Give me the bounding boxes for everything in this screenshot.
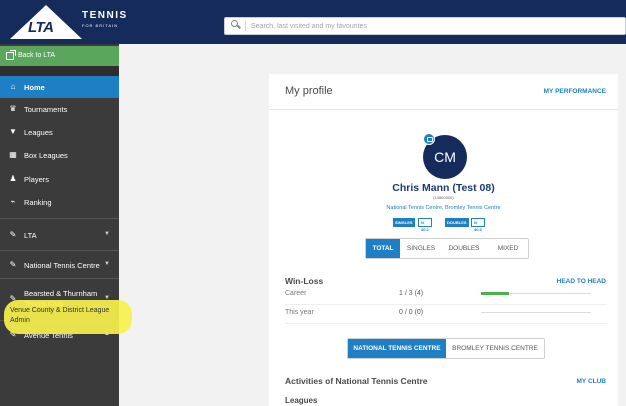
- tab-total[interactable]: TOTAL: [366, 239, 400, 258]
- leagues-section-title: Leagues: [285, 396, 318, 405]
- doubles-rating-value: N 40.5: [471, 218, 485, 232]
- club-tabs: NATIONAL TENNIS CENTRE BROMLEY TENNIS CE…: [347, 338, 545, 359]
- sidebar-item-players[interactable]: ♟ Players: [0, 168, 119, 190]
- page-title: My profile: [285, 85, 333, 97]
- head-to-head-link[interactable]: HEAD TO HEAD: [557, 278, 606, 285]
- search-divider: [245, 21, 246, 31]
- users-icon: ♟: [9, 174, 17, 183]
- row-divider: [285, 304, 607, 305]
- tab-bromley-tennis-centre[interactable]: BROMLEY TENNIS CENTRE: [446, 339, 544, 358]
- sidebar-item-box-leagues[interactable]: ▦ Box Leagues: [0, 144, 119, 166]
- career-value: 1 / 3 (4): [399, 290, 424, 297]
- camera-icon[interactable]: [423, 133, 435, 145]
- sidebar-item-label: Leagues: [24, 128, 53, 137]
- sidebar-group-label: National Tennis Centre: [24, 261, 100, 270]
- sidebar-item-label: Ranking: [24, 198, 52, 207]
- sidebar-group-national-tennis-centre[interactable]: ✎ National Tennis Centre ▼: [0, 254, 119, 276]
- tab-doubles[interactable]: DOUBLES: [442, 239, 486, 258]
- singles-rating-value: N 40.2: [418, 218, 432, 232]
- logo-tennis-text: TENNIS: [82, 10, 128, 21]
- sidebar-group-label: LTA: [24, 231, 37, 240]
- player-name: Chris Mann (Test 08): [392, 182, 495, 194]
- search-bar: [224, 17, 626, 35]
- career-progress-fill: [481, 292, 509, 295]
- logo-tagline: FOR BRITAIN: [82, 23, 119, 28]
- chart-icon: ⌁: [10, 197, 16, 206]
- sidebar-item-leagues[interactable]: ▼ Leagues: [0, 121, 119, 143]
- chevron-down-icon: ▼: [104, 261, 110, 267]
- activities-title: Activities of National Tennis Centre: [285, 376, 428, 386]
- sidebar-item-label: Players: [24, 175, 50, 184]
- member-number: (10860900): [433, 195, 454, 200]
- wrench-icon: ✎: [9, 260, 17, 269]
- tab-mixed[interactable]: MIXED: [488, 239, 528, 258]
- back-to-lta-button[interactable]: Back to LTA: [0, 46, 119, 66]
- wrench-icon: ✎: [9, 230, 17, 239]
- my-performance-link[interactable]: MY PERFORMANCE: [544, 88, 606, 95]
- search-icon[interactable]: [231, 20, 241, 31]
- match-type-tabs: TOTAL SINGLES DOUBLES MIXED: [365, 238, 529, 259]
- home-icon: ⌂: [10, 82, 16, 91]
- sidebar-divider: [0, 218, 119, 219]
- doubles-rating-label: DOUBLES: [445, 218, 469, 227]
- sidebar-item-tournaments[interactable]: ♛ Tournaments: [0, 98, 119, 120]
- chevron-down-icon: ▼: [104, 231, 110, 237]
- sidebar: Back to LTA ⌂ Home ♛ Tournaments ▼ Leagu…: [0, 44, 119, 406]
- sidebar-item-label: Tournaments: [24, 105, 68, 114]
- sidebar-divider: [0, 278, 119, 279]
- sidebar-item-venue-league-admin[interactable]: Venue County & District League Admin: [10, 306, 120, 326]
- search-input[interactable]: [251, 18, 611, 34]
- grid-icon: ▦: [9, 150, 17, 159]
- this-year-label: This year: [285, 309, 314, 316]
- sidebar-divider: [0, 250, 119, 251]
- sidebar-item-ranking[interactable]: ⌁ Ranking: [0, 191, 119, 213]
- career-label: Career: [285, 290, 307, 297]
- sidebar-group-lta[interactable]: ✎ LTA ▼: [0, 224, 119, 246]
- sidebar-item-home[interactable]: ⌂ Home: [0, 76, 119, 98]
- career-progress: [481, 292, 591, 295]
- player-clubs: National Tennis Centre, Bromley Tennis C…: [386, 205, 501, 211]
- external-link-icon: [6, 50, 16, 60]
- top-header: LTA TENNIS FOR BRITAIN: [0, 0, 626, 44]
- trophy-icon: ♛: [9, 104, 17, 113]
- sidebar-spacer: [0, 66, 119, 76]
- my-club-link[interactable]: MY CLUB: [577, 378, 607, 385]
- logo-lta-text: LTA: [28, 19, 54, 36]
- singles-rating-label: SINGLES: [393, 218, 415, 227]
- sidebar-item-label: Box Leagues: [24, 151, 68, 160]
- row-divider: [285, 323, 607, 324]
- sidebar-item-label: Home: [24, 83, 45, 92]
- win-loss-title: Win-Loss: [285, 276, 324, 286]
- tab-national-tennis-centre[interactable]: NATIONAL TENNIS CENTRE: [348, 339, 446, 358]
- profile-card-header: My profile MY PERFORMANCE: [269, 74, 618, 110]
- lta-logo[interactable]: LTA TENNIS FOR BRITAIN: [8, 5, 140, 39]
- this-year-value: 0 / 0 (0): [399, 309, 424, 316]
- this-year-progress: [481, 312, 591, 313]
- profile-card: My profile MY PERFORMANCE CM Chris Mann …: [269, 74, 618, 406]
- tab-singles[interactable]: SINGLES: [402, 239, 440, 258]
- cup-icon: ▼: [9, 127, 17, 136]
- back-to-lta-label: Back to LTA: [18, 52, 56, 59]
